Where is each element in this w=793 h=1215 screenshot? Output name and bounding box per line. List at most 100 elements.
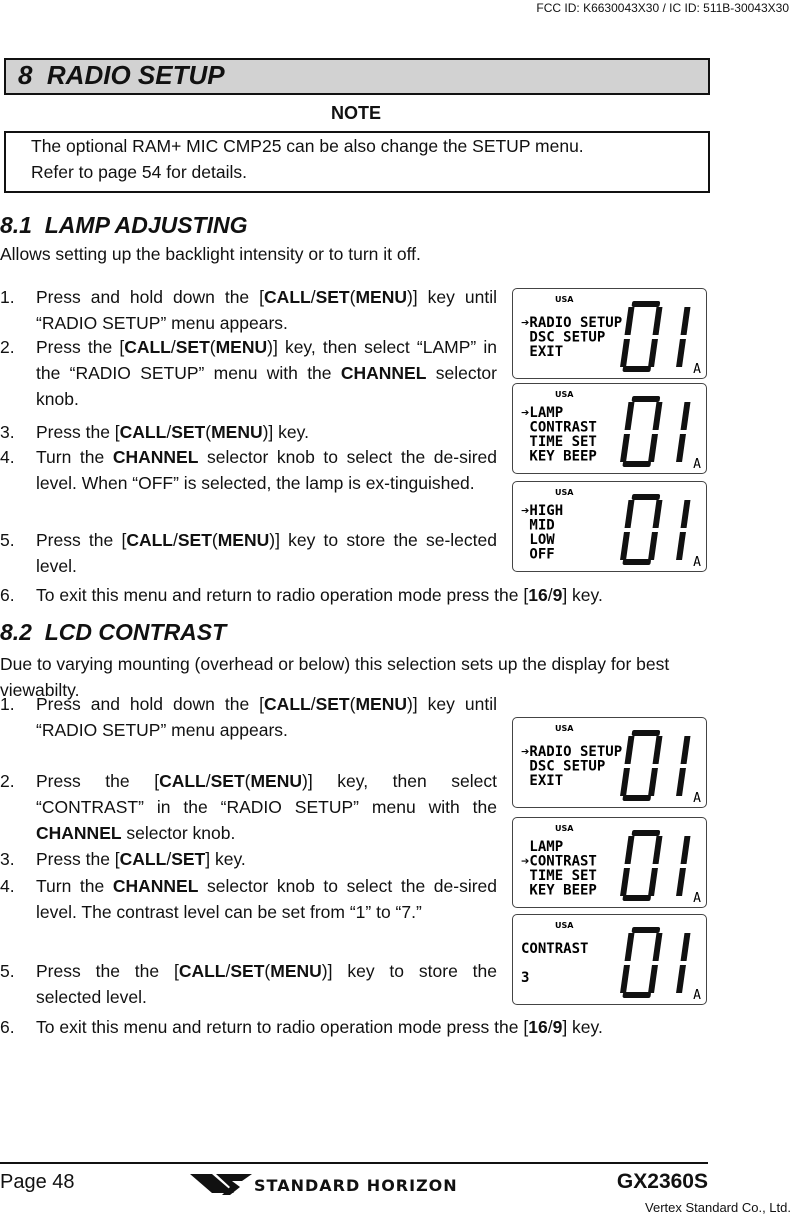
key-name: MENU xyxy=(215,337,268,357)
key-name: CALL xyxy=(159,771,206,791)
step-item: 2. Press the [CALL/SET(MENU)] key, then s… xyxy=(0,334,497,412)
standard-horizon-logo: STANDARD HORIZON xyxy=(190,1171,525,1202)
key-name: SET xyxy=(177,530,212,550)
lcd-channel-suffix: A xyxy=(693,988,701,1003)
step-item: 5. Press the [CALL/SET(MENU)] key to stor… xyxy=(0,527,497,579)
key-name: SET xyxy=(210,771,245,791)
text-segment: Press the [ xyxy=(36,849,120,869)
text-segment: Press and hold down the xyxy=(36,287,260,307)
step-item: 3. Press the [CALL/SET] key. xyxy=(0,846,497,872)
step-item: 3. Press the [CALL/SET(MENU)] key. xyxy=(0,419,497,445)
text-segment: Press the [ xyxy=(36,771,160,791)
lcd-menu-line: EXIT xyxy=(521,344,563,360)
text-segment: Turn the xyxy=(36,876,113,896)
lcd-channel-suffix: A xyxy=(693,362,701,377)
fcc-id: FCC ID: K6630043X30 / IC ID: 511B-30043X… xyxy=(536,1,789,15)
step-number: 6. xyxy=(0,1017,15,1037)
note-label: NOTE xyxy=(330,103,381,123)
key-name: CALL xyxy=(126,530,173,550)
contrast-heading: 8.2 LCD CONTRAST xyxy=(0,619,227,645)
lcd-region: USA xyxy=(555,824,574,833)
step-number: 4. xyxy=(0,447,15,467)
text-segment: selector knob. xyxy=(121,823,236,843)
key-name: CHANNEL xyxy=(36,823,122,843)
model-number: GX2360S xyxy=(616,1170,708,1193)
key-name: 9 xyxy=(552,585,563,605)
step-item: 2. Press the [CALL/SET(MENU)] key, then s… xyxy=(0,768,497,846)
lcd-region: USA xyxy=(555,488,574,497)
key-name: SET xyxy=(175,337,210,357)
page-number: Page 48 xyxy=(0,1171,75,1193)
lcd-menu-line: OFF xyxy=(521,547,555,563)
lcd-menu-line: 3 xyxy=(521,970,529,986)
step-number: 2. xyxy=(0,337,15,357)
step-number: 4. xyxy=(0,876,15,896)
key-name: CALL xyxy=(178,961,226,981)
lcd-channel-suffix: A xyxy=(693,791,701,806)
lcd-channel-suffix: A xyxy=(693,891,701,906)
key-name: 9 xyxy=(552,1017,563,1037)
brand-name: STANDARD HORIZON xyxy=(254,1176,458,1195)
key-name: CHANNEL xyxy=(112,447,199,467)
step-number: 2. xyxy=(0,771,15,791)
key-name: CALL xyxy=(264,287,311,307)
key-name: MENU xyxy=(355,694,407,714)
step-text: Press the [CALL/SET(MENU)] key, then sel… xyxy=(36,768,497,846)
step-item: 1. Press and hold down the [CALL/SET(MENU… xyxy=(0,284,497,336)
step-text: Press and hold down the [CALL/SET(MENU)]… xyxy=(36,284,497,336)
key-name: CALL xyxy=(264,694,311,714)
key-name: MENU xyxy=(250,771,303,791)
key-name: CALL xyxy=(119,849,167,869)
key-name: MENU xyxy=(270,961,322,981)
key-name: MENU xyxy=(217,530,270,550)
step-number: 3. xyxy=(0,849,15,869)
step-text: Press and hold down the [CALL/SET(MENU)]… xyxy=(36,691,497,743)
text-segment: ] key. xyxy=(562,585,603,605)
note-line: The optional RAM+ MIC CMP25 can be also … xyxy=(31,136,584,156)
step-text: Press the [CALL/SET(MENU)] key. xyxy=(36,419,497,445)
key-name: SET xyxy=(171,849,206,869)
lcd-menu-line: EXIT xyxy=(521,773,563,789)
footer-rule xyxy=(0,1162,708,1164)
step-item: 4. Turn the CHANNEL selector knob to sele… xyxy=(0,444,497,496)
lcd-menu-line: KEY BEEP xyxy=(521,449,597,465)
step-text: Turn the CHANNEL selector knob to select… xyxy=(36,444,497,496)
lcd-region: USA xyxy=(555,921,574,930)
manual-page: FCC ID: K6630043X30 / IC ID: 511B-30043X… xyxy=(0,0,793,1215)
lcd-region: USA xyxy=(555,295,574,304)
lcd-display: USA ➔RADIO SETUP DSC SETUP EXIT A xyxy=(512,717,707,808)
lcd-display: USA ➔RADIO SETUP DSC SETUP EXIT A xyxy=(512,288,707,379)
text-segment: Press the [ xyxy=(36,530,127,550)
text-segment: Press the [ xyxy=(36,337,125,357)
lcd-menu-line: CONTRAST xyxy=(521,941,588,957)
step-number: 5. xyxy=(0,530,15,550)
key-name: SET xyxy=(315,287,350,307)
key-name: CHANNEL xyxy=(112,876,199,896)
lcd-display: USA ➔LAMP CONTRAST TIME SET KEY BEEP A xyxy=(512,383,707,474)
key-name: SET xyxy=(315,694,350,714)
text-segment: ] key. xyxy=(562,1017,603,1037)
key-name: SET xyxy=(230,961,265,981)
step-item: 6. To exit this menu and return to radio … xyxy=(0,582,708,608)
lcd-channel-suffix: A xyxy=(693,555,701,570)
step-number: 5. xyxy=(0,961,15,981)
lcd-display: USA LAMP ➔CONTRAST TIME SET KEY BEEP A xyxy=(512,817,707,908)
step-item: 1. Press and hold down the [CALL/SET(MENU… xyxy=(0,691,497,743)
text-segment: Turn the xyxy=(36,447,113,467)
text-segment: Press the the [ xyxy=(36,961,179,981)
lcd-region: USA xyxy=(555,390,574,399)
text-segment: ] key. xyxy=(205,849,246,869)
key-name: CALL xyxy=(119,422,167,442)
step-text: Press the the [CALL/SET(MENU)] key to st… xyxy=(36,958,497,1010)
note-line: Refer to page 54 for details. xyxy=(31,162,247,182)
lamp-heading: 8.1 LAMP ADJUSTING xyxy=(0,212,248,238)
text-segment: To exit this menu and return to radio op… xyxy=(36,585,529,605)
lcd-region: USA xyxy=(555,724,574,733)
step-item: 5. Press the the [CALL/SET(MENU)] key to … xyxy=(0,958,497,1010)
text-segment: Press and hold down the [ xyxy=(36,694,265,714)
key-name: SET xyxy=(171,422,206,442)
key-name: MENU xyxy=(355,287,407,307)
key-name: MENU xyxy=(211,422,263,442)
section-title: 8 RADIO SETUP xyxy=(18,60,225,90)
step-number: 1. xyxy=(0,287,15,307)
